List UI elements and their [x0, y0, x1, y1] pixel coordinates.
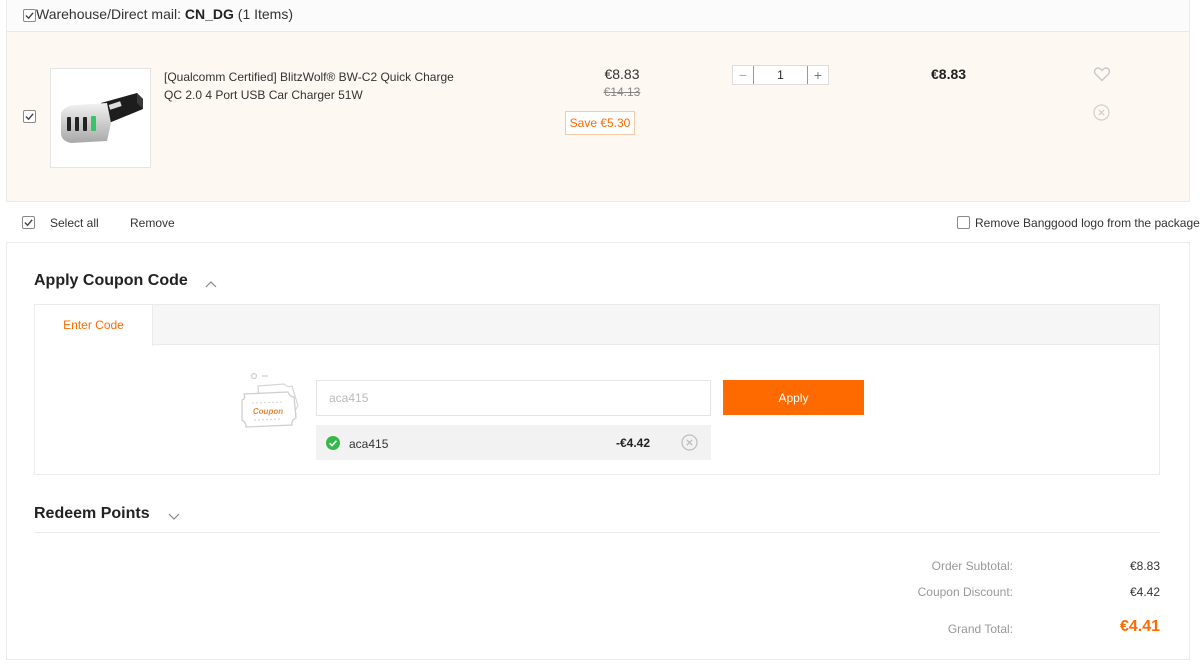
coupon-discount-label: Coupon Discount: — [917, 585, 1013, 599]
line-total: €8.83 — [931, 66, 967, 82]
warehouse-count: (1 Items) — [237, 6, 294, 22]
order-subtotal-value: €8.83 — [1129, 559, 1160, 573]
warehouse-header: Warehouse/Direct mail: CN_DG (1 Items) — [7, 0, 1189, 32]
select-all-label[interactable]: Select all — [50, 216, 99, 230]
warehouse-group: Warehouse/Direct mail: CN_DG (1 Items) [… — [6, 0, 1190, 202]
applied-coupon-row: aca415 -€4.42 — [316, 425, 711, 460]
save-badge: Save €5.30 — [565, 111, 635, 135]
coupon-code-input[interactable] — [316, 380, 711, 416]
close-circle-icon — [1093, 104, 1110, 121]
chevron-down-icon — [168, 513, 180, 520]
cart-item-row: [Qualcomm Certified] BlitzWolf® BW-C2 Qu… — [7, 32, 1189, 201]
item-checkbox[interactable] — [23, 110, 36, 123]
check-icon — [24, 219, 33, 227]
warehouse-title: Warehouse/Direct mail: CN_DG (1 Items) — [36, 6, 293, 22]
remove-coupon-button[interactable] — [681, 434, 698, 454]
check-icon — [25, 12, 34, 20]
remove-logo-checkbox[interactable] — [957, 216, 970, 229]
coupon-panel: Enter Code Coupon Apply aca415 — [34, 304, 1160, 475]
warehouse-code: CN_DG — [184, 6, 234, 22]
coupon-heading[interactable]: Apply Coupon Code — [34, 272, 188, 290]
warehouse-checkbox[interactable] — [23, 9, 36, 22]
redeem-points-heading[interactable]: Redeem Points — [34, 505, 150, 523]
remove-selected-link[interactable]: Remove — [130, 216, 175, 230]
coupon-illustration: Coupon — [240, 370, 306, 435]
applied-coupon-code: aca415 — [349, 437, 389, 451]
remove-logo-label[interactable]: Remove Banggood logo from the package — [975, 216, 1200, 230]
redeem-expand-toggle[interactable] — [168, 510, 180, 524]
quantity-input[interactable] — [753, 66, 808, 84]
chevron-up-icon — [205, 281, 217, 288]
quantity-stepper: − + — [732, 65, 829, 85]
usb-car-charger-image — [61, 93, 143, 143]
close-circle-icon — [681, 434, 698, 451]
apply-coupon-button[interactable]: Apply — [723, 380, 864, 415]
svg-text:Coupon: Coupon — [253, 407, 283, 416]
select-all-checkbox[interactable] — [22, 216, 35, 229]
increase-quantity-button[interactable]: + — [808, 66, 828, 84]
check-icon — [25, 113, 34, 121]
original-price: €14.13 — [603, 85, 641, 99]
applied-coupon-discount: -€4.42 — [616, 436, 651, 450]
divider — [34, 532, 1160, 533]
product-image[interactable] — [50, 68, 151, 168]
warehouse-label: Warehouse/Direct mail: — [36, 6, 181, 22]
grand-total-label: Grand Total: — [947, 622, 1013, 636]
product-name-link[interactable]: [Qualcomm Certified] BlitzWolf® BW-C2 Qu… — [164, 68, 464, 104]
coupon-discount-value: €4.42 — [1129, 585, 1160, 599]
heart-icon — [1093, 67, 1111, 82]
check-circle-icon — [326, 436, 340, 450]
coupon-section: Apply Coupon Code Enter Code Coupon Appl… — [6, 242, 1190, 660]
decrease-quantity-button[interactable]: − — [733, 66, 753, 84]
cart-actions-bar: Select all Remove Remove Banggood logo f… — [0, 202, 1200, 242]
coupon-ticket-icon: Coupon — [241, 372, 299, 428]
coupon-tab-bar: Enter Code — [35, 305, 1159, 346]
grand-total-value: €4.41 — [1119, 618, 1160, 635]
remove-item-button[interactable] — [1093, 104, 1110, 124]
success-icon-wrap — [326, 436, 340, 453]
wishlist-button[interactable] — [1093, 66, 1111, 85]
unit-price: €8.83 — [604, 66, 640, 82]
coupon-collapse-toggle[interactable] — [205, 277, 217, 291]
tab-enter-code[interactable]: Enter Code — [35, 305, 153, 346]
order-subtotal-label: Order Subtotal: — [931, 559, 1013, 573]
